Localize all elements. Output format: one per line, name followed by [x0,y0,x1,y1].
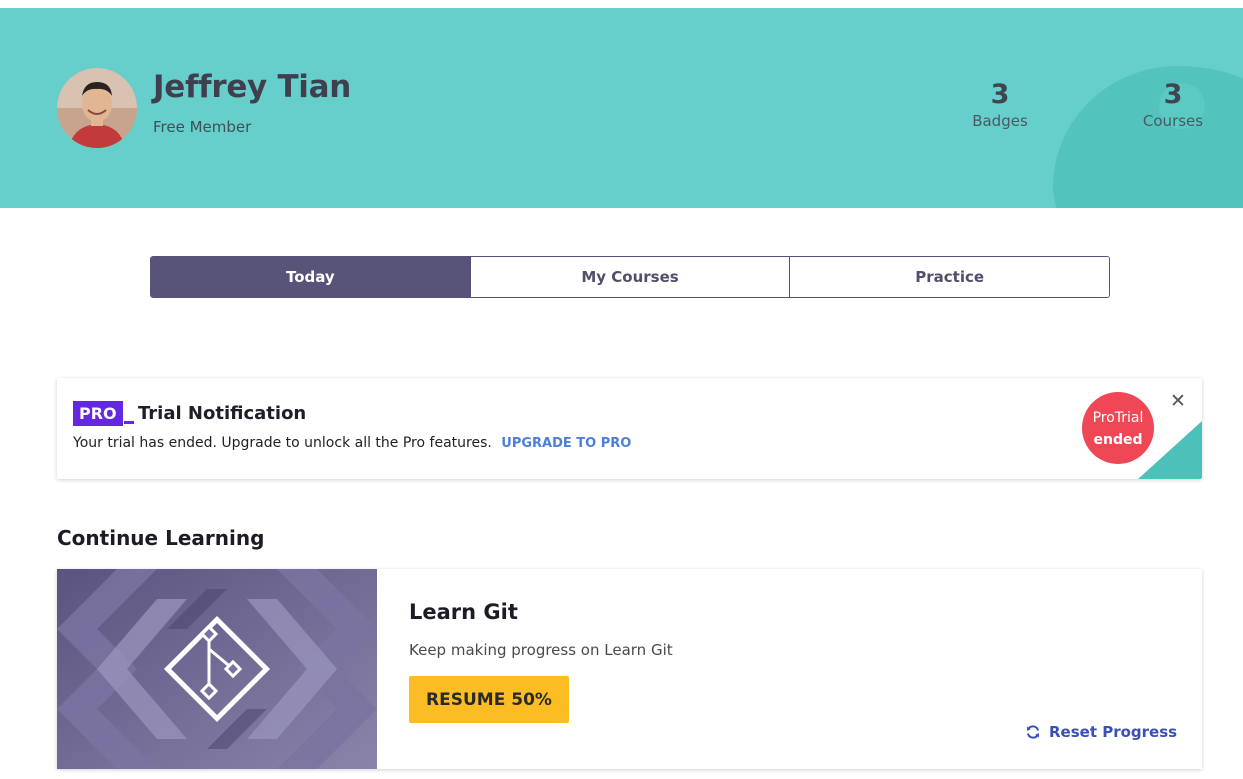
profile-header: Jeffrey Tian Free Member 3 Badges 3 Cour… [0,8,1243,208]
courses-label: Courses [1142,112,1204,130]
courses-stat[interactable]: 3 Courses [1128,78,1218,130]
continue-learning-heading: Continue Learning [57,526,265,550]
reset-progress-label: Reset Progress [1049,723,1178,741]
trial-badge-line1: ProTrial [1092,410,1144,426]
trial-ended-badge: ProTrial ended [1082,392,1154,464]
avatar[interactable] [57,68,137,148]
resume-button[interactable]: RESUME 50% [409,676,569,723]
user-photo-icon [57,68,137,148]
top-strip [0,0,1243,8]
reset-progress-button[interactable]: Reset Progress [1025,723,1177,741]
dashboard-tabs: Today My Courses Practice [150,256,1110,298]
membership-tier: Free Member [153,118,252,136]
pro-logo: PRO [73,401,123,426]
upgrade-to-pro-link[interactable]: UPGRADE TO PRO [501,436,631,451]
notification-message: Your trial has ended. Upgrade to unlock … [73,435,492,451]
user-name: Jeffrey Tian [153,69,352,105]
tab-my-courses[interactable]: My Courses [469,257,790,297]
tab-practice[interactable]: Practice [789,257,1109,297]
trial-notification: PRO Trial Notification Your trial has en… [57,378,1202,479]
tab-today[interactable]: Today [151,257,470,297]
badges-stat[interactable]: 3 Badges [955,78,1045,130]
course-subtitle: Keep making progress on Learn Git [409,641,673,659]
badges-label: Badges [972,112,1028,130]
git-branch-icon [57,569,377,769]
notification-message-row: Your trial has ended. Upgrade to unlock … [73,435,631,451]
course-thumbnail[interactable] [57,569,377,769]
badges-count: 3 [990,79,1010,110]
course-card: Learn Git Keep making progress on Learn … [57,569,1202,769]
course-title[interactable]: Learn Git [409,600,518,624]
close-icon[interactable]: ✕ [1168,391,1188,411]
refresh-icon [1027,725,1039,739]
pro-logo-cursor [124,421,134,424]
trial-badge-line2: ended [1093,432,1143,448]
notification-title: Trial Notification [138,403,307,424]
courses-count: 3 [1163,79,1183,110]
